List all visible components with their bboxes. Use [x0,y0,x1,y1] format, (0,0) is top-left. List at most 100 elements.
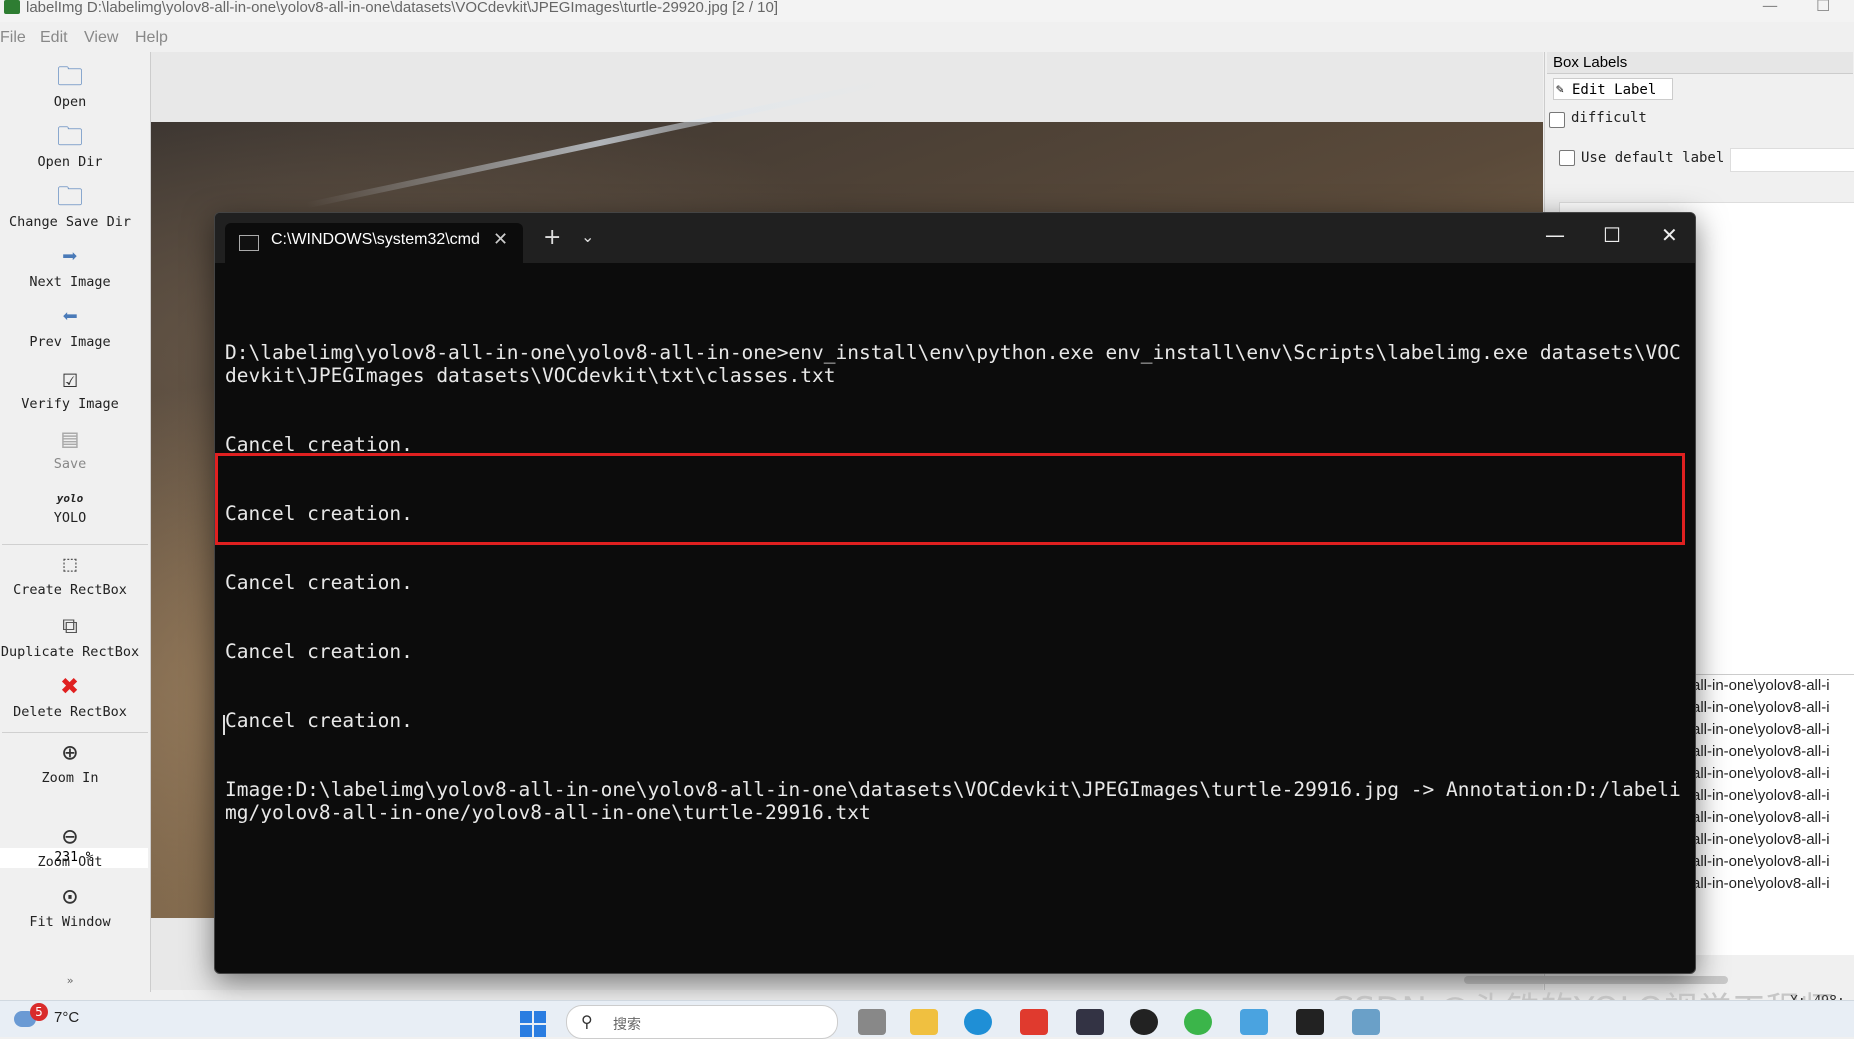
cat-app-icon[interactable] [1076,1009,1104,1035]
close-tab-icon[interactable]: ✕ [493,229,508,250]
open-dir-label: Open Dir [37,154,103,170]
zoom-in-button[interactable]: ⊕ Zoom In [0,738,140,786]
save-button[interactable]: ▤ Save [0,424,140,472]
open-button[interactable]: 🗀 Open [0,62,140,110]
highlight-box [215,453,1685,545]
edge-browser-icon[interactable] [964,1009,992,1035]
yolo-icon: yolo [56,492,84,505]
file-list-item[interactable]: -all-in-one\yolov8-all-i [1687,763,1854,785]
save-icon: ▤ [62,424,78,454]
zoom-out-label: Zoom Out [37,854,103,870]
box-labels-header: Box Labels [1547,52,1853,74]
change-save-dir-label: Change Save Dir [9,214,131,230]
yolo-format-button[interactable]: yolo YOLO [0,488,140,526]
difficult-checkbox[interactable] [1549,112,1565,128]
file-explorer-icon[interactable] [910,1009,938,1035]
minimize-button[interactable]: — [1762,0,1778,15]
terminal-maximize-button[interactable]: ☐ [1603,223,1621,247]
wps-icon[interactable] [1020,1009,1048,1035]
create-rectbox-label: Create RectBox [13,582,127,598]
arrow-right-icon: ➡ [62,242,78,272]
menu-view[interactable]: View [84,29,118,47]
zoom-out-button[interactable]: ⊖ Zoom Out [0,822,140,870]
left-toolbar: 🗀 Open 🗀 Open Dir 🗀 Change Save Dir ➡ Ne… [0,52,151,992]
wechat-icon[interactable] [1184,1009,1212,1035]
temperature[interactable]: 7°C [54,1009,79,1026]
file-list-item[interactable]: -all-in-one\yolov8-all-i [1687,807,1854,829]
file-list-item[interactable]: -all-in-one\yolov8-all-i [1687,785,1854,807]
app-icon [4,0,20,14]
fit-window-label: Fit Window [29,914,111,930]
menu-help[interactable]: Help [135,29,168,47]
search-placeholder: 搜索 [613,1017,641,1033]
next-image-label: Next Image [29,274,111,290]
verify-image-label: Verify Image [21,396,119,412]
file-list-item[interactable]: -all-in-one\yolov8-all-i [1687,873,1854,895]
edit-label-button[interactable]: ✎ Edit Label [1553,78,1673,100]
weather-badge: 5 [30,1003,48,1021]
menu-file[interactable]: File [0,29,26,47]
open-dir-button[interactable]: 🗀 Open Dir [0,122,140,170]
save-label: Save [53,456,87,472]
toolbar-divider [2,544,148,545]
delete-rectbox-label: Delete RectBox [13,704,127,720]
terminal-tab[interactable]: C:\WINDOWS\system32\cmd ✕ [225,223,523,263]
fit-window-button[interactable]: ⊙ Fit Window [0,882,140,930]
file-list-item[interactable]: -all-in-one\yolov8-all-i [1687,697,1854,719]
labelimg-taskbar-icon[interactable] [1352,1009,1380,1035]
folder-icon: 🗀 [56,182,83,212]
terminal-line: Cancel creation. [225,640,413,663]
start-button[interactable] [520,1011,546,1037]
notepad-icon[interactable] [1240,1009,1268,1035]
duplicate-rectbox-label: Duplicate RectBox [0,644,140,660]
change-save-dir-button[interactable]: 🗀 Change Save Dir [0,182,140,230]
default-label-input[interactable] [1730,148,1854,172]
menu-bar: File Edit View Help [0,26,1854,50]
verify-image-button[interactable]: ☑ Verify Image [0,364,140,412]
maximize-button[interactable]: ☐ [1816,0,1830,15]
file-list-item[interactable]: -all-in-one\yolov8-all-i [1687,719,1854,741]
prev-image-button[interactable]: ⬅ Prev Image [0,302,140,350]
task-view-icon[interactable] [858,1009,886,1035]
next-image-button[interactable]: ➡ Next Image [0,242,140,290]
zoom-out-icon: ⊖ [62,822,78,852]
toolbar-divider [2,732,148,733]
terminal-output[interactable]: D:\labelimg\yolov8-all-in-one\yolov8-all… [225,295,1685,870]
use-default-label-text: Use default label [1581,150,1725,166]
terminal-icon [239,235,259,251]
taskbar-search[interactable]: ⚲ 搜索 [566,1005,838,1039]
tab-dropdown-button[interactable]: ⌄ [581,227,594,246]
file-list-item[interactable]: -all-in-one\yolov8-all-i [1687,851,1854,873]
qq-icon[interactable] [1130,1009,1158,1035]
terminal-window[interactable]: C:\WINDOWS\system32\cmd ✕ + ⌄ — ☐ ✕ D:\l… [214,212,1696,974]
taskbar: 5 7°C ⚲ 搜索 [0,1000,1854,1039]
zoom-in-label: Zoom In [41,770,99,786]
new-tab-button[interactable]: + [543,225,561,250]
file-list-item[interactable]: -all-in-one\yolov8-all-i [1687,741,1854,763]
terminal-tab-bar: C:\WINDOWS\system32\cmd ✕ + ⌄ — ☐ ✕ [215,213,1695,263]
more-tools-button[interactable]: » [0,974,140,987]
edit-icon: ✎ [1556,82,1564,97]
use-default-label-checkbox[interactable] [1559,150,1575,166]
window-title: labelImg D:\labelimg\yolov8-all-in-one\y… [26,0,779,16]
search-icon: ⚲ [581,1012,593,1031]
duplicate-rectbox-button[interactable]: ⧉ Duplicate RectBox [0,612,140,660]
create-rectbox-icon: ⬚ [63,552,77,577]
delete-x-icon: ✖ [60,669,80,704]
zoom-in-icon: ⊕ [62,738,78,768]
create-rectbox-button[interactable]: ⬚ Create RectBox [0,550,140,598]
terminal-line: Cancel creation. [225,571,413,594]
arrow-left-icon: ⬅ [62,302,78,332]
file-list-item[interactable]: -all-in-one\yolov8-all-i [1687,829,1854,851]
terminal-minimize-button[interactable]: — [1545,223,1565,247]
terminal-close-button[interactable]: ✕ [1661,223,1678,247]
file-list[interactable]: -all-in-one\yolov8-all-i -all-in-one\yol… [1687,674,1854,955]
menu-edit[interactable]: Edit [40,29,68,47]
folder-icon: 🗀 [56,62,83,92]
open-label: Open [53,94,87,110]
terminal-taskbar-icon[interactable] [1296,1009,1324,1035]
terminal-line: Cancel creation. [225,709,413,732]
duplicate-icon: ⧉ [62,614,78,639]
delete-rectbox-button[interactable]: ✖ Delete RectBox [0,669,140,721]
file-list-item[interactable]: -all-in-one\yolov8-all-i [1687,675,1854,697]
